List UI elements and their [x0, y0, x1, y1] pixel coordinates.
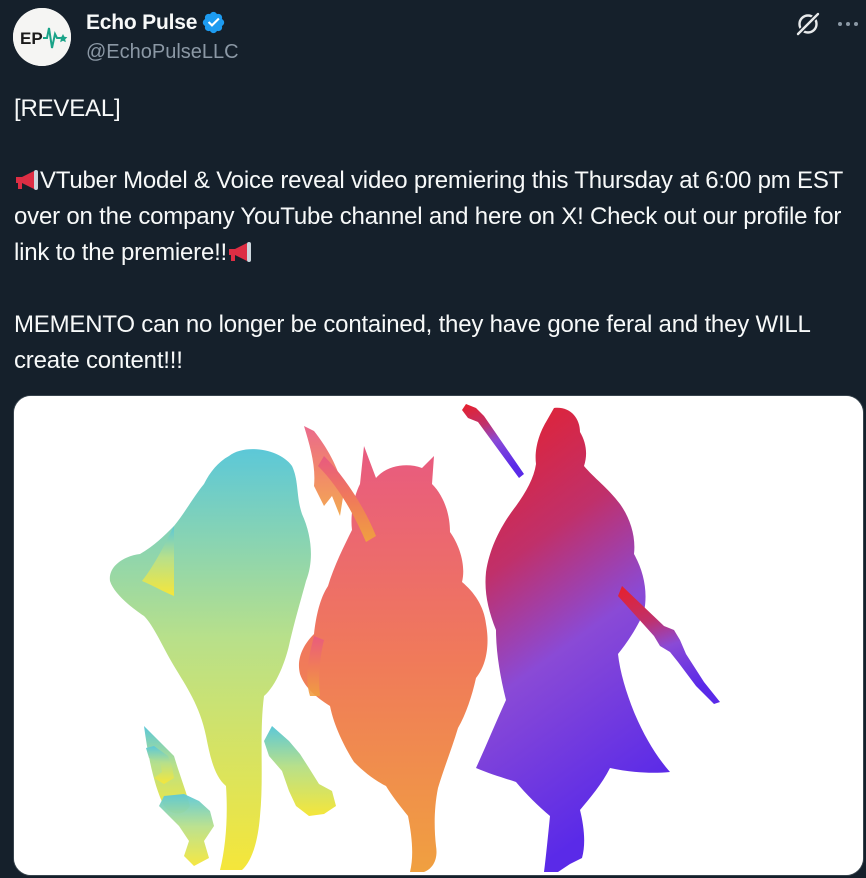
avatar-logo-text: EP — [20, 29, 43, 48]
author-handle[interactable]: @EchoPulseLLC — [86, 42, 239, 62]
tweet-text-line-1: [REVEAL] — [14, 95, 121, 122]
megaphone-emoji-icon — [14, 166, 40, 190]
character-silhouettes-image — [14, 396, 863, 875]
author-display-name[interactable]: Echo Pulse — [86, 12, 197, 33]
tweet-media-image[interactable] — [13, 395, 864, 876]
author-name-row: Echo Pulse — [86, 9, 239, 35]
more-options-icon[interactable] — [834, 12, 862, 36]
tweet: EP Echo Pulse @EchoPulseLLC [REVEAL] VTu… — [0, 0, 866, 878]
megaphone-emoji-icon — [227, 238, 253, 262]
author-avatar[interactable]: EP — [13, 8, 71, 66]
grok-icon[interactable] — [793, 9, 823, 39]
verified-badge-icon[interactable] — [201, 10, 226, 35]
tweet-text-paragraph-3: MEMENTO can no longer be contained, they… — [14, 311, 817, 374]
echo-pulse-logo-icon: EP — [13, 8, 71, 66]
tweet-text: [REVEAL] VTuber Model & Voice reveal vid… — [14, 91, 854, 379]
author-info: Echo Pulse @EchoPulseLLC — [86, 9, 239, 62]
tweet-text-paragraph-2: VTuber Model & Voice reveal video premie… — [14, 167, 850, 266]
